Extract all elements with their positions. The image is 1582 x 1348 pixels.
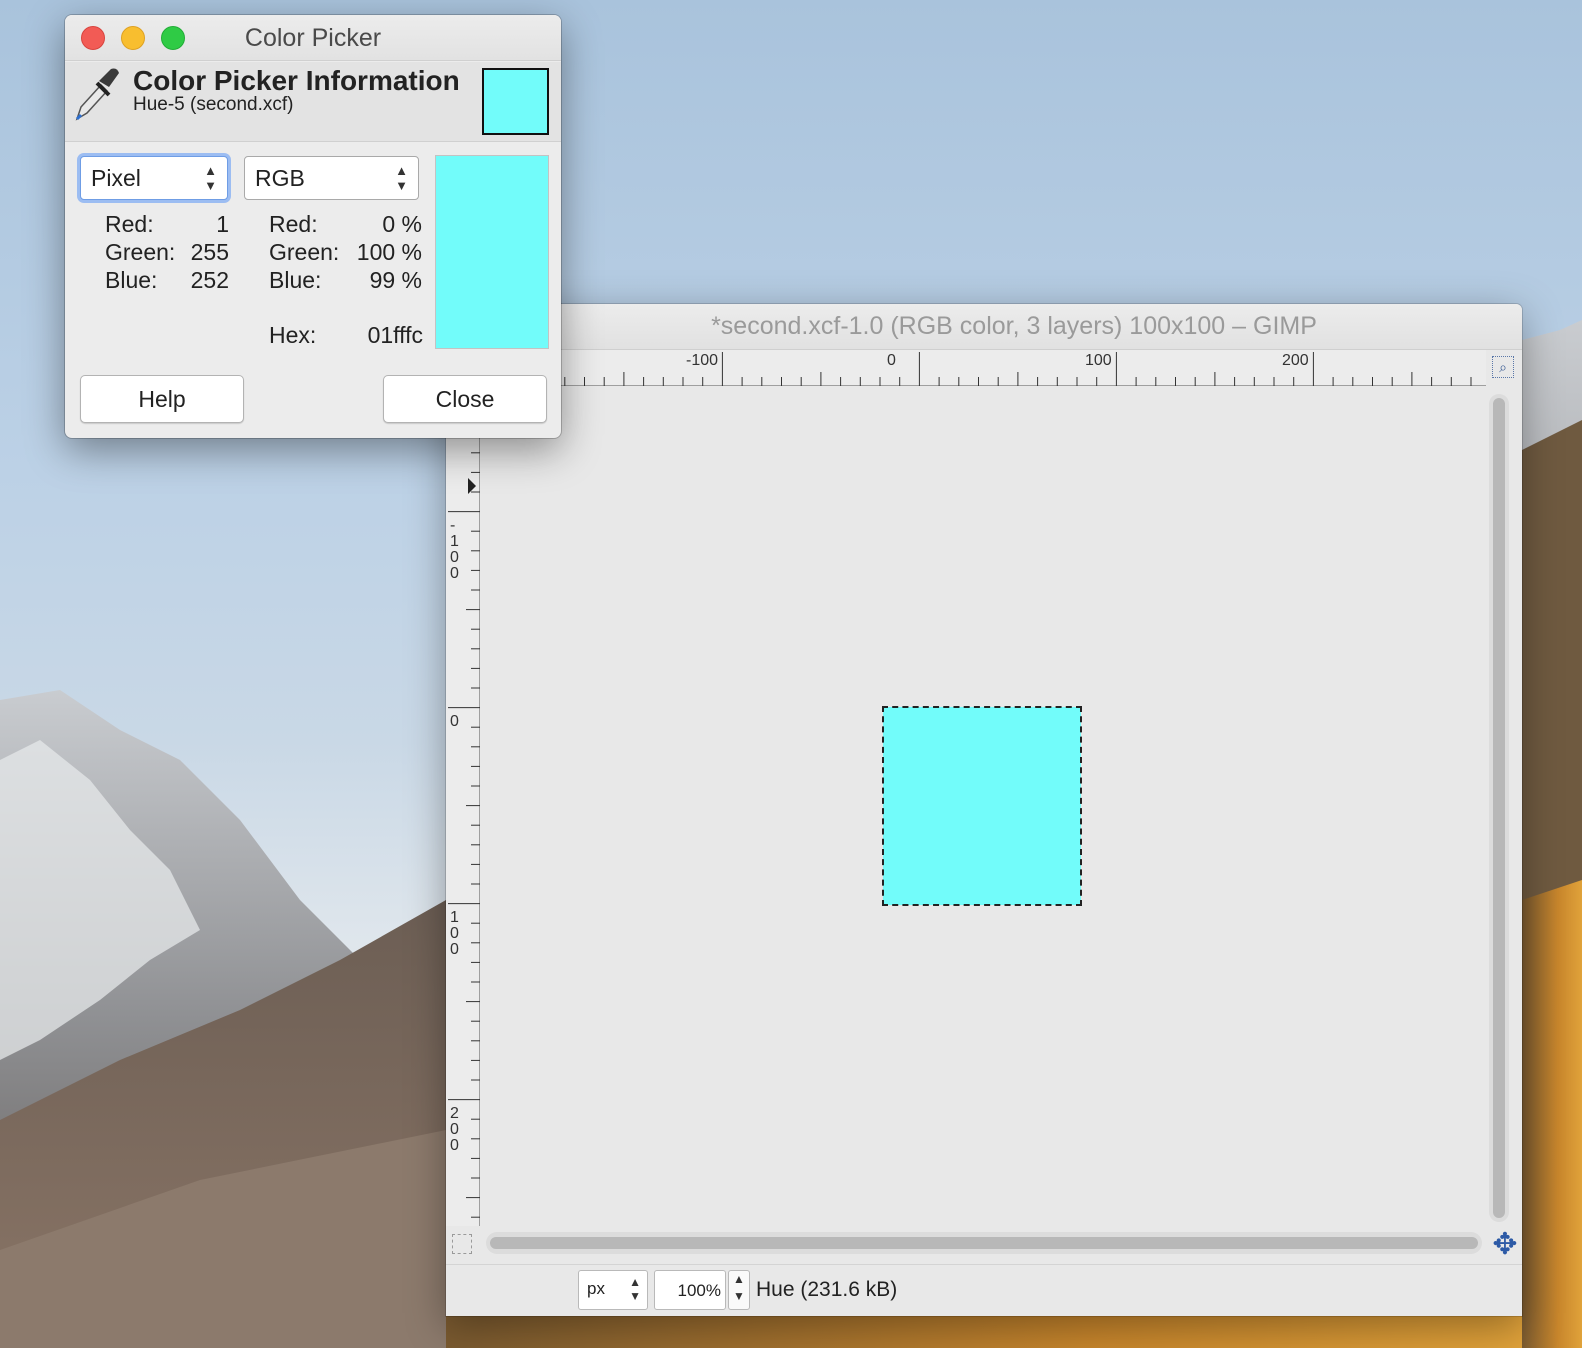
eyedropper-icon: [75, 68, 119, 121]
dialog-title: Color Picker: [244, 24, 382, 52]
vertical-scrollbar[interactable]: [1489, 394, 1509, 1222]
vertical-scroll-thumb[interactable]: [1493, 398, 1505, 1218]
rgb-mode-value: RGB: [255, 165, 305, 191]
hex-label: Hex:: [269, 322, 317, 348]
chevron-updown-icon: ▲ ▼: [629, 1275, 641, 1303]
h-ruler-label: 100: [1085, 352, 1112, 369]
h-ruler-label: 0: [887, 352, 896, 369]
help-button[interactable]: Help: [80, 375, 244, 423]
rgb-mode-select[interactable]: RGB ▲ ▼: [244, 156, 419, 200]
hex-value: 01fffc: [367, 322, 423, 348]
v-ruler-label: 100: [450, 909, 459, 958]
zoom-input[interactable]: 100%: [654, 1270, 726, 1310]
gimp-image-window: *second.xcf-1.0 (RGB color, 3 layers) 10…: [446, 304, 1522, 1316]
horizontal-ruler[interactable]: -100 0 100 200: [446, 350, 1486, 386]
status-text: Hue (231.6 kB): [756, 1278, 898, 1301]
pixel-blue-value: 252: [190, 267, 229, 293]
pixel-green-label: Green:: [105, 239, 176, 265]
dialog-subheading: Hue-5 (second.xcf): [133, 94, 294, 115]
rgb-red-label: Red:: [269, 211, 318, 237]
pixel-mode-select[interactable]: Pixel ▲ ▼: [80, 156, 228, 200]
pixel-red-label: Red:: [105, 211, 154, 237]
h-ruler-label: -100: [686, 352, 719, 369]
unit-select[interactable]: px ▲ ▼: [578, 1270, 648, 1310]
zoom-image-icon[interactable]: ⌕: [1492, 356, 1514, 378]
image-canvas[interactable]: [481, 387, 1484, 1227]
v-ruler-label: 200: [450, 1105, 459, 1154]
v-ruler-label: -100: [450, 517, 459, 582]
rgb-red-value: 0 %: [382, 211, 422, 237]
unit-value: px: [587, 1279, 605, 1298]
chevron-updown-icon: ▲ ▼: [204, 163, 217, 193]
h-ruler-label: 200: [1282, 352, 1309, 369]
vertical-ruler[interactable]: -100 0 100 200: [446, 386, 480, 1226]
color-picker-titlebar[interactable]: Color Picker: [65, 15, 561, 61]
horizontal-scroll-thumb[interactable]: [490, 1237, 1478, 1249]
picked-color-swatch: [482, 68, 549, 135]
horizontal-scrollbar[interactable]: [486, 1232, 1482, 1254]
color-picker-dialog: Color Picker Color Picker Information Hu…: [65, 15, 561, 438]
rgb-blue-label: Blue:: [269, 267, 322, 293]
zoom-spinner-icon[interactable]: ▲ ▼: [728, 1270, 750, 1310]
gimp-titlebar[interactable]: *second.xcf-1.0 (RGB color, 3 layers) 10…: [446, 304, 1522, 350]
cyan-layer[interactable]: [882, 706, 1082, 906]
dialog-header: Color Picker Information Hue-5 (second.x…: [65, 62, 561, 142]
pixel-green-value: 255: [190, 239, 229, 265]
pixel-blue-label: Blue:: [105, 267, 158, 293]
chevron-updown-icon: ▲ ▼: [395, 163, 408, 193]
navigate-icon[interactable]: ✥: [1490, 1230, 1520, 1260]
pixel-mode-value: Pixel: [91, 165, 141, 191]
status-bar: px ▲ ▼ 100% ▲ ▼ Hue (231.6 kB): [446, 1264, 1522, 1316]
gimp-window-title: *second.xcf-1.0 (RGB color, 3 layers) 10…: [711, 312, 1317, 340]
v-ruler-label: 0: [450, 713, 459, 730]
close-button[interactable]: Close: [383, 375, 547, 423]
quick-mask-icon[interactable]: [452, 1234, 472, 1254]
rgb-blue-value: 99 %: [369, 267, 422, 293]
rgb-green-value: 100 %: [356, 239, 422, 265]
dialog-heading: Color Picker Information: [133, 65, 460, 96]
color-preview-swatch: [435, 155, 549, 349]
rgb-green-label: Green:: [269, 239, 340, 265]
pixel-red-value: 1: [216, 211, 229, 237]
